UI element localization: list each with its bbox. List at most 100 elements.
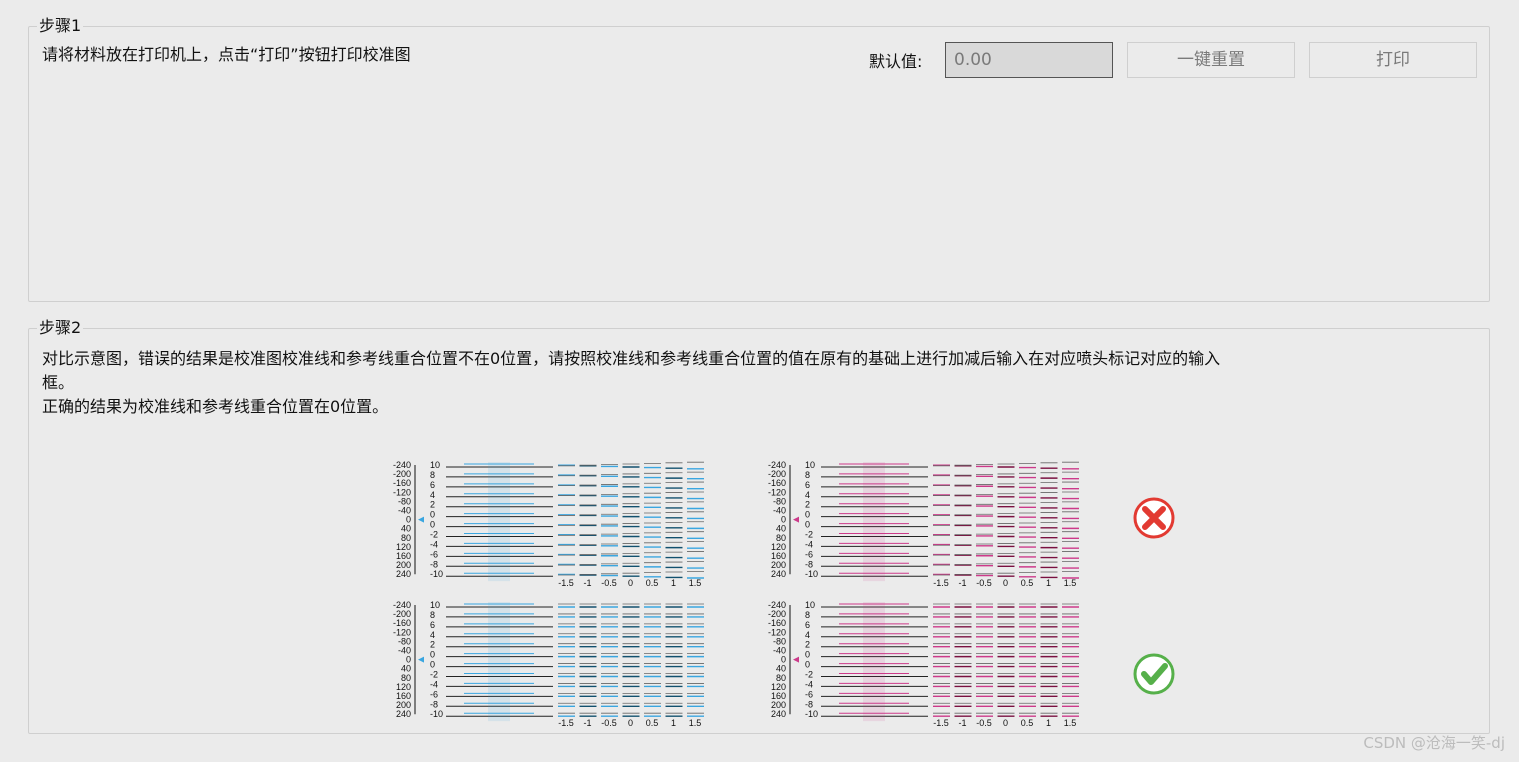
step2-instruction-line1-wrap: 框。: [42, 373, 75, 392]
step1-instruction: 请将材料放在打印机上，点击“打印”按钮打印校准图: [42, 45, 411, 64]
right-scale-label: -2: [430, 669, 438, 679]
step2-instruction: 对比示意图，错误的结果是校准图校准线和参考线重合位置不在0位置，请按照校准线和参…: [42, 347, 1462, 419]
right-scale-label: -4: [805, 679, 813, 689]
right-scale-label: 0: [805, 510, 810, 520]
x-tick-label: -1.5: [933, 718, 949, 728]
x-tick-label: -1: [583, 578, 591, 588]
right-scale-label: 0: [805, 650, 810, 660]
right-scale-label: -10: [805, 569, 818, 579]
reset-button[interactable]: 一键重置: [1127, 42, 1295, 78]
highlight-column: [488, 462, 510, 582]
right-scale-label: -4: [430, 539, 438, 549]
step2-instruction-line1: 对比示意图，错误的结果是校准图校准线和参考线重合位置不在0位置，请按照校准线和参…: [42, 349, 1221, 368]
x-tick-label: -1: [958, 578, 966, 588]
right-scale-label: -6: [805, 689, 813, 699]
right-scale-label: -6: [430, 549, 438, 559]
default-value-input[interactable]: 0.00: [945, 42, 1113, 78]
x-tick-label: 1: [1046, 578, 1051, 588]
right-scale-label: 10: [430, 600, 440, 610]
right-scale-label: 10: [805, 600, 815, 610]
step2-title: 步骤2: [37, 318, 84, 338]
left-scale-label: 240: [396, 569, 411, 579]
zero-marker: [418, 656, 424, 663]
watermark: CSDN @沧海一笑-dj: [1363, 734, 1505, 752]
x-tick-label: 0: [1003, 718, 1008, 728]
check-icon: [1133, 653, 1175, 695]
right-scale-label: 6: [805, 620, 810, 630]
x-tick-label: 0.5: [1021, 718, 1034, 728]
left-scale-label: 240: [771, 709, 786, 719]
left-scale-label: 240: [771, 569, 786, 579]
right-scale-label: 0: [430, 660, 435, 670]
x-tick-label: 0.5: [1021, 578, 1034, 588]
magenta-wrong-diagram: -240-200-160-120-80-40040801201602002401…: [768, 460, 1079, 588]
right-scale-label: 8: [430, 470, 435, 480]
right-scale-label: 10: [430, 460, 440, 470]
default-value-label: 默认值:: [869, 52, 923, 71]
x-tick-label: 1.5: [1064, 578, 1077, 588]
right-scale-label: -2: [805, 669, 813, 679]
x-tick-label: -1.5: [558, 718, 574, 728]
x-tick-label: 0.5: [646, 718, 659, 728]
right-scale-label: 4: [430, 490, 435, 500]
highlight-column: [863, 602, 885, 722]
magenta-correct-diagram: -240-200-160-120-80-40040801201602002401…: [768, 600, 1079, 728]
x-tick-label: 0.5: [646, 578, 659, 588]
right-scale-label: 2: [805, 640, 810, 650]
x-tick-label: -0.5: [601, 718, 617, 728]
right-scale-label: 4: [805, 490, 810, 500]
x-tick-label: -1.5: [558, 578, 574, 588]
right-scale-label: -8: [430, 559, 438, 569]
right-scale-label: -10: [430, 569, 443, 579]
right-scale-label: -4: [805, 539, 813, 549]
right-scale-label: 10: [805, 460, 815, 470]
right-scale-label: 0: [430, 520, 435, 530]
right-scale-label: 0: [430, 510, 435, 520]
right-scale-label: 0: [805, 660, 810, 670]
step1-group: 步骤1 请将材料放在打印机上，点击“打印”按钮打印校准图 默认值: 0.00 一…: [28, 16, 1490, 302]
x-tick-label: -0.5: [976, 718, 992, 728]
x-tick-label: 1.5: [1064, 718, 1077, 728]
right-scale-label: 2: [805, 500, 810, 510]
right-scale-label: -2: [805, 529, 813, 539]
x-tick-label: -0.5: [601, 578, 617, 588]
right-scale-label: -2: [430, 529, 438, 539]
x-tick-label: 0: [628, 718, 633, 728]
right-scale-label: 4: [430, 630, 435, 640]
right-scale-label: -8: [430, 699, 438, 709]
step1-title: 步骤1: [37, 16, 84, 36]
right-scale-label: 0: [805, 520, 810, 530]
x-tick-label: -1: [583, 718, 591, 728]
step2-instruction-line2: 正确的结果为校准线和参考线重合位置在0位置。: [42, 397, 389, 416]
x-tick-label: 1.5: [689, 578, 702, 588]
zero-marker: [793, 516, 799, 523]
x-tick-label: 1: [671, 578, 676, 588]
print-button[interactable]: 打印: [1309, 42, 1477, 78]
x-tick-label: 0: [1003, 578, 1008, 588]
left-scale-label: 240: [396, 709, 411, 719]
right-scale-label: 8: [805, 610, 810, 620]
zero-marker: [418, 516, 424, 523]
x-tick-label: 1: [671, 718, 676, 728]
cyan-wrong-diagram: -240-200-160-120-80-40040801201602002401…: [393, 460, 704, 588]
x-tick-label: 1.5: [689, 718, 702, 728]
x-tick-label: -1.5: [933, 578, 949, 588]
right-scale-label: -10: [805, 709, 818, 719]
x-tick-label: 1: [1046, 718, 1051, 728]
highlight-column: [488, 602, 510, 722]
x-tick-label: -1: [958, 718, 966, 728]
x-tick-label: 0: [628, 578, 633, 588]
right-scale-label: -8: [805, 699, 813, 709]
right-scale-label: -8: [805, 559, 813, 569]
right-scale-label: 0: [430, 650, 435, 660]
error-x-icon: [1133, 497, 1175, 539]
right-scale-label: 4: [805, 630, 810, 640]
right-scale-label: -6: [430, 689, 438, 699]
right-scale-label: 6: [430, 620, 435, 630]
right-scale-label: 6: [805, 480, 810, 490]
highlight-column: [863, 462, 885, 582]
right-scale-label: 2: [430, 640, 435, 650]
right-scale-label: 8: [430, 610, 435, 620]
zero-marker: [793, 656, 799, 663]
right-scale-label: 8: [805, 470, 810, 480]
